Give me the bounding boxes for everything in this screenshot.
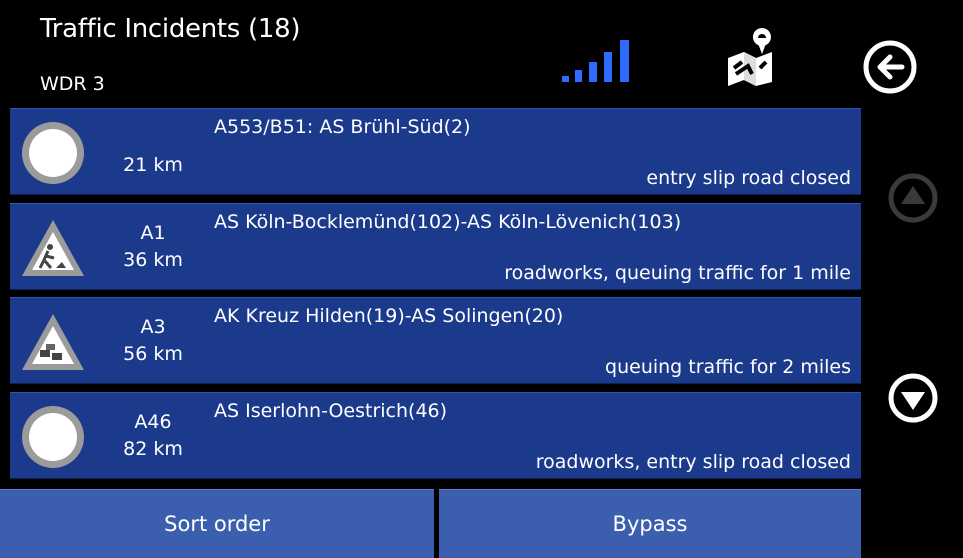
station-name: WDR 3 bbox=[40, 73, 105, 95]
incident-row[interactable]: A3 56 km AK Kreuz Hilden(19)-AS Solingen… bbox=[10, 297, 861, 384]
location-label: A553/B51: AS Brühl-Süd(2) bbox=[214, 116, 471, 138]
map-route-icon[interactable] bbox=[722, 24, 778, 88]
description-label: entry slip road closed bbox=[646, 167, 851, 189]
button-bar: Sort order Bypass bbox=[0, 489, 861, 558]
incident-row[interactable]: A1 36 km AS Köln-Bocklemünd(102)-AS Köln… bbox=[10, 203, 861, 290]
location-label: AK Kreuz Hilden(19)-AS Solingen(20) bbox=[214, 305, 564, 327]
distance-label: 36 km bbox=[123, 249, 183, 271]
description-label: queuing traffic for 2 miles bbox=[605, 356, 851, 378]
distance-label: 56 km bbox=[123, 343, 183, 365]
sort-order-button[interactable]: Sort order bbox=[0, 489, 434, 558]
incident-list: 21 km A553/B51: AS Brühl-Süd(2) entry sl… bbox=[10, 108, 861, 482]
back-button[interactable] bbox=[862, 39, 918, 95]
roadworks-sign-icon bbox=[22, 220, 84, 276]
page-title: Traffic Incidents (18) bbox=[40, 14, 301, 44]
road-label: A1 bbox=[140, 222, 166, 244]
incident-row[interactable]: A46 82 km AS Iserlohn-Oestrich(46) roadw… bbox=[10, 392, 861, 479]
scroll-down-button[interactable] bbox=[885, 370, 941, 426]
road-label: A3 bbox=[140, 316, 166, 338]
location-label: AS Iserlohn-Oestrich(46) bbox=[214, 400, 448, 422]
signal-strength-icon bbox=[562, 40, 629, 82]
queuing-traffic-sign-icon bbox=[22, 314, 84, 370]
road-label: A46 bbox=[134, 411, 172, 433]
location-label: AS Köln-Bocklemünd(102)-AS Köln-Lövenich… bbox=[214, 211, 682, 233]
warning-circle-icon bbox=[22, 122, 84, 184]
description-label: roadworks, queuing traffic for 1 mile bbox=[504, 262, 851, 284]
warning-circle-icon bbox=[22, 406, 84, 468]
scroll-up-button[interactable] bbox=[885, 170, 941, 226]
distance-label: 82 km bbox=[123, 438, 183, 460]
distance-label: 21 km bbox=[123, 154, 183, 176]
description-label: roadworks, entry slip road closed bbox=[535, 451, 851, 473]
bypass-button[interactable]: Bypass bbox=[439, 489, 861, 558]
incident-row[interactable]: 21 km A553/B51: AS Brühl-Süd(2) entry sl… bbox=[10, 108, 861, 195]
